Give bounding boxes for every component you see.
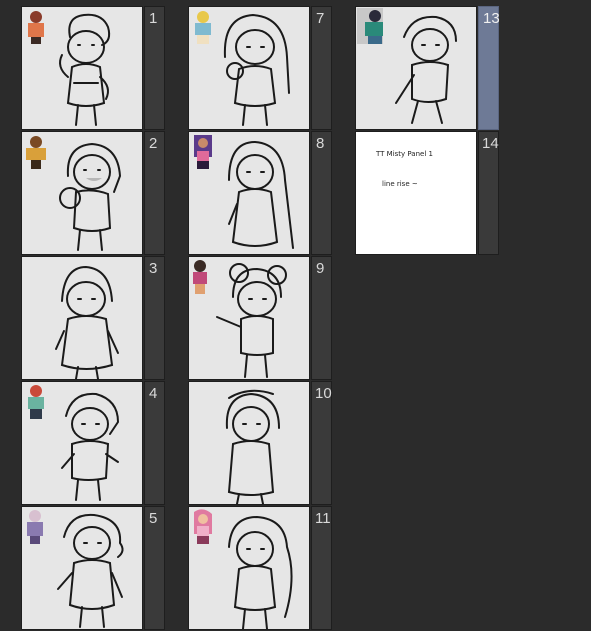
page-thumbnail-11[interactable]: 11 bbox=[188, 506, 332, 630]
page-7-canvas[interactable] bbox=[188, 6, 310, 130]
character-reference-4 bbox=[23, 383, 49, 419]
page-number-tab-10[interactable]: 10 bbox=[311, 381, 332, 505]
page-thumbnail-3[interactable]: 3 bbox=[21, 256, 165, 380]
page-thumbnail-4[interactable]: 4 bbox=[21, 381, 165, 505]
page-number-tab-9[interactable]: 9 bbox=[311, 256, 332, 380]
page-thumbnail-panel: { "panel": { "pages": [ {"number": "1", … bbox=[0, 0, 591, 631]
page-9-canvas[interactable] bbox=[188, 256, 310, 380]
page-number: 14 bbox=[482, 135, 499, 152]
page-10-canvas[interactable] bbox=[188, 381, 310, 505]
page-number: 4 bbox=[149, 385, 158, 402]
page-thumbnail-9[interactable]: 9 bbox=[188, 256, 332, 380]
character-reference-1 bbox=[23, 8, 49, 44]
page-5-canvas[interactable] bbox=[21, 506, 143, 630]
page-14-canvas[interactable]: TT Misty Panel 1 line rise ~ bbox=[355, 131, 477, 255]
chibi-sketch-3 bbox=[55, 265, 119, 379]
page-thumbnail-1[interactable]: 1 bbox=[21, 6, 165, 130]
page-number: 2 bbox=[149, 135, 158, 152]
page-number: 5 bbox=[149, 510, 158, 527]
page-number-tab-4[interactable]: 4 bbox=[144, 381, 165, 505]
page-number: 11 bbox=[315, 510, 331, 527]
page-2-canvas[interactable] bbox=[21, 131, 143, 255]
character-reference-7 bbox=[190, 8, 216, 44]
page-number-tab-13[interactable]: 13 bbox=[478, 6, 500, 130]
page-number-tab-8[interactable]: 8 bbox=[311, 131, 332, 255]
page-13-canvas[interactable] bbox=[355, 6, 477, 130]
page-number: 7 bbox=[316, 10, 325, 27]
page-number-tab-7[interactable]: 7 bbox=[311, 6, 332, 130]
character-reference-13 bbox=[357, 8, 383, 44]
page-3-canvas[interactable] bbox=[21, 256, 143, 380]
page-thumbnail-14[interactable]: TT Misty Panel 1 line rise ~ 14 bbox=[355, 131, 499, 255]
page-8-canvas[interactable] bbox=[188, 131, 310, 255]
page-number-tab-1[interactable]: 1 bbox=[144, 6, 165, 130]
note-subtitle: line rise ~ bbox=[382, 180, 418, 188]
chibi-sketch-10 bbox=[225, 389, 280, 504]
page-thumbnail-7[interactable]: 7 bbox=[188, 6, 332, 130]
page-number-tab-11[interactable]: 11 bbox=[311, 506, 332, 630]
page-number-tab-5[interactable]: 5 bbox=[144, 506, 165, 630]
character-reference-5 bbox=[23, 508, 49, 544]
page-number-tab-2[interactable]: 2 bbox=[144, 131, 165, 255]
page-4-canvas[interactable] bbox=[21, 381, 143, 505]
page-1-canvas[interactable] bbox=[21, 6, 143, 130]
page-number: 10 bbox=[315, 385, 332, 402]
note-title: TT Misty Panel 1 bbox=[376, 150, 433, 158]
page-thumbnail-10[interactable]: 10 bbox=[188, 381, 332, 505]
page-11-canvas[interactable] bbox=[188, 506, 310, 630]
character-reference-2 bbox=[23, 133, 49, 169]
page-number-tab-3[interactable]: 3 bbox=[144, 256, 165, 380]
page-thumbnail-13[interactable]: 13 bbox=[355, 6, 500, 130]
page-thumbnail-2[interactable]: 2 bbox=[21, 131, 165, 255]
page-number: 8 bbox=[316, 135, 325, 152]
character-reference-9 bbox=[190, 258, 216, 294]
character-reference-11 bbox=[190, 508, 216, 544]
page-number-tab-14[interactable]: 14 bbox=[478, 131, 499, 255]
page-number: 9 bbox=[316, 260, 325, 277]
page-number: 3 bbox=[149, 260, 158, 277]
page-thumbnail-5[interactable]: 5 bbox=[21, 506, 165, 630]
character-reference-8 bbox=[190, 133, 216, 169]
page-number: 1 bbox=[149, 10, 158, 27]
page-thumbnail-8[interactable]: 8 bbox=[188, 131, 332, 255]
page-number: 13 bbox=[483, 10, 500, 27]
